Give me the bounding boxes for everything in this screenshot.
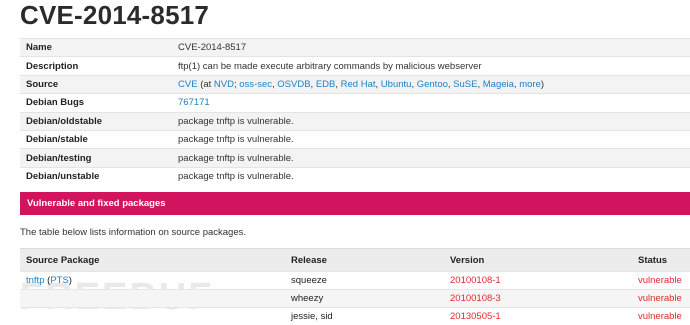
release-cell: jessie, sid (285, 308, 444, 325)
mageia-link[interactable]: Mageia (483, 79, 514, 90)
separator: , (448, 79, 451, 90)
package-cell (20, 290, 285, 308)
page-title: CVE-2014-8517 (20, 0, 209, 31)
source-label: Source (20, 75, 172, 93)
version-cell: 20100108-1 (444, 272, 632, 290)
info-row-oldstable: Debian/oldstable package tnftp is vulner… (20, 112, 690, 130)
status-cell: vulnerable (632, 272, 690, 290)
more-link[interactable]: more (519, 79, 541, 90)
table-row: jessie, sid 20130505-1 vulnerable (20, 308, 690, 325)
testing-label: Debian/testing (20, 149, 172, 167)
packages-header-row: Source Package Release Version Status (20, 249, 690, 272)
description-value: ftp(1) can be made execute arbitrary com… (172, 57, 690, 75)
separator: , (477, 79, 480, 90)
stable-label: Debian/stable (20, 130, 172, 148)
table-row: wheezy 20100108-3 vulnerable (20, 290, 690, 308)
testing-status: package tnftp is vulnerable. (172, 149, 690, 167)
description-label: Description (20, 57, 172, 75)
section-banner: Vulnerable and fixed packages (20, 192, 690, 215)
info-row-unstable: Debian/unstable package tnftp is vulnera… (20, 167, 690, 185)
separator: , (514, 79, 517, 90)
package-cell: tnftp (PTS) (20, 272, 285, 290)
header-version: Version (444, 249, 632, 272)
unstable-status: package tnftp is vulnerable. (172, 167, 690, 185)
gentoo-link[interactable]: Gentoo (417, 79, 448, 90)
separator: ; (234, 79, 237, 90)
redhat-link[interactable]: Red Hat (341, 79, 376, 90)
status-cell: vulnerable (632, 290, 690, 308)
cve-info-table: Name CVE-2014-8517 Description ftp(1) ca… (20, 38, 690, 185)
name-value: CVE-2014-8517 (172, 39, 690, 57)
package-cell (20, 308, 285, 325)
suse-link[interactable]: SuSE (453, 79, 477, 90)
section-note: The table below lists information on sou… (20, 227, 246, 238)
info-row-source: Source CVE (at NVD; oss-sec, OSVDB, EDB,… (20, 75, 690, 93)
package-link[interactable]: tnftp (26, 275, 45, 286)
info-row-name: Name CVE-2014-8517 (20, 39, 690, 57)
pts-link[interactable]: PTS (50, 275, 68, 286)
table-row: tnftp (PTS) squeeze 20100108-1 vulnerabl… (20, 272, 690, 290)
oldstable-label: Debian/oldstable (20, 112, 172, 130)
version-cell: 20130505-1 (444, 308, 632, 325)
info-row-stable: Debian/stable package tnftp is vulnerabl… (20, 130, 690, 148)
source-links: CVE (at NVD; oss-sec, OSVDB, EDB, Red Ha… (172, 75, 690, 93)
bug-link[interactable]: 767171 (178, 97, 210, 108)
bugs-value-cell: 767171 (172, 94, 690, 112)
version-cell: 20100108-3 (444, 290, 632, 308)
nvd-link[interactable]: NVD (214, 79, 234, 90)
edb-link[interactable]: EDB (316, 79, 336, 90)
separator: , (335, 79, 338, 90)
oldstable-status: package tnftp is vulnerable. (172, 112, 690, 130)
info-row-bugs: Debian Bugs 767171 (20, 94, 690, 112)
unstable-label: Debian/unstable (20, 167, 172, 185)
source-close: ) (541, 79, 544, 90)
status-cell: vulnerable (632, 308, 690, 325)
name-label: Name (20, 39, 172, 57)
info-row-description: Description ftp(1) can be made execute a… (20, 57, 690, 75)
separator: , (272, 79, 275, 90)
osvdb-link[interactable]: OSVDB (277, 79, 310, 90)
cve-link[interactable]: CVE (178, 79, 198, 90)
stable-status: package tnftp is vulnerable. (172, 130, 690, 148)
separator: , (376, 79, 379, 90)
separator: , (411, 79, 414, 90)
bugs-label: Debian Bugs (20, 94, 172, 112)
release-cell: wheezy (285, 290, 444, 308)
release-cell: squeeze (285, 272, 444, 290)
ubuntu-link[interactable]: Ubuntu (381, 79, 412, 90)
header-status: Status (632, 249, 690, 272)
packages-table: Source Package Release Version Status tn… (20, 248, 690, 325)
header-release: Release (285, 249, 444, 272)
info-row-testing: Debian/testing package tnftp is vulnerab… (20, 149, 690, 167)
oss-sec-link[interactable]: oss-sec (239, 79, 272, 90)
header-source-package: Source Package (20, 249, 285, 272)
separator: , (311, 79, 314, 90)
source-at-text: (at (200, 79, 211, 90)
